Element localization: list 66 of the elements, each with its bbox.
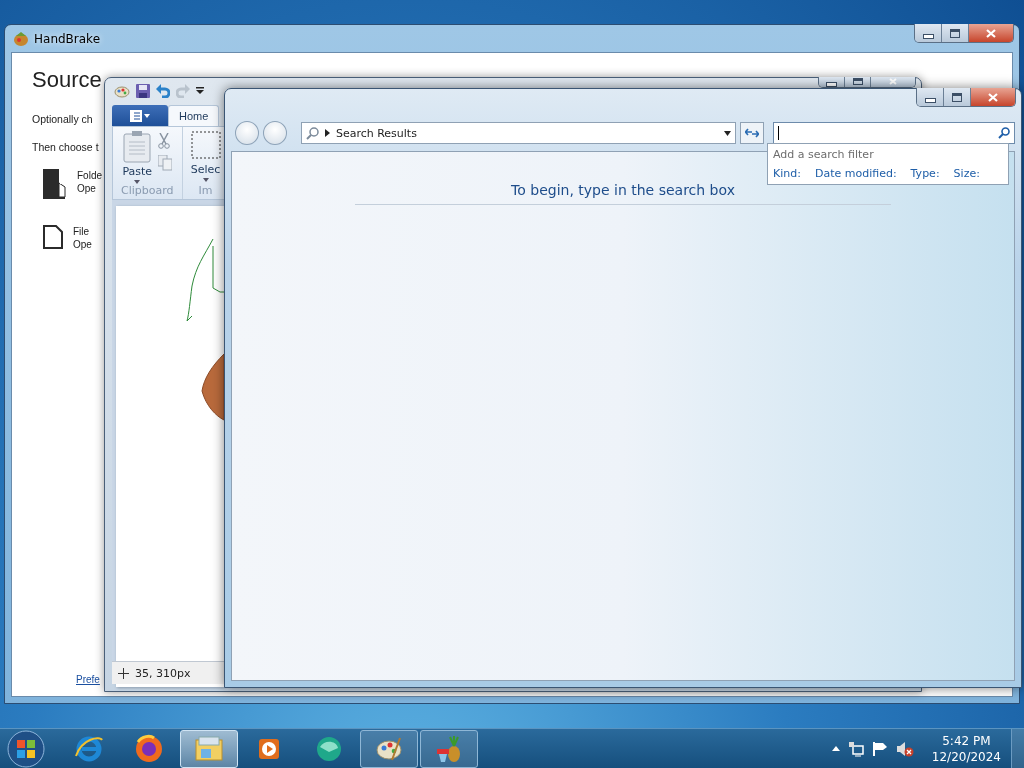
scissors-icon[interactable] [158, 133, 171, 149]
paint-app-icon [114, 83, 130, 99]
source-title[interactable]: File [73, 225, 92, 238]
start-button[interactable] [7, 729, 45, 768]
dropdown-arrow-icon[interactable] [196, 87, 204, 95]
filter-link[interactable]: Type: [910, 167, 940, 180]
filter-link[interactable]: Size: [953, 167, 980, 180]
close-icon [988, 92, 998, 102]
instruction-text: Optionally ch [32, 113, 93, 125]
save-icon[interactable] [136, 84, 150, 98]
caret-icon [202, 178, 209, 182]
close-button[interactable] [971, 88, 1015, 106]
firefox-icon [134, 733, 164, 764]
close-icon [986, 28, 996, 38]
clock-date[interactable]: 12/20/2024 [931, 748, 1001, 765]
menu-icon [130, 109, 150, 122]
folder-icon [194, 733, 224, 764]
instruction-text: Then choose t [32, 141, 99, 153]
paste-button[interactable]: Paste [122, 131, 153, 184]
file-icon [43, 225, 63, 249]
source-title[interactable]: Folde [77, 169, 102, 182]
preferences-link[interactable]: Prefe [76, 674, 100, 685]
group-label: Im [198, 184, 213, 199]
close-icon [889, 78, 897, 85]
network-icon[interactable] [847, 740, 864, 757]
undo-icon[interactable] [156, 84, 170, 98]
cursor-position-icon [118, 667, 129, 679]
address-bar[interactable]: Search Results [300, 122, 737, 144]
clipboard-icon [123, 131, 152, 163]
minimize-button[interactable] [917, 88, 944, 106]
refresh-button[interactable] [740, 122, 764, 144]
caret-icon [134, 180, 141, 184]
text-cursor [778, 126, 779, 140]
source-subtitle: Ope [77, 182, 97, 195]
select-button[interactable]: Selec [190, 131, 221, 184]
search-field[interactable] [773, 122, 1015, 144]
ribbon-tab[interactable]: Home [168, 105, 220, 126]
minimize-button[interactable] [915, 24, 942, 42]
minimize-button[interactable] [819, 77, 845, 87]
page-heading: Source [32, 67, 102, 93]
source-subtitle: Ope [73, 238, 92, 251]
dropdown-arrow-icon[interactable] [724, 130, 732, 136]
filter-hint: Add a search filter [773, 148, 875, 161]
chevron-icon [324, 129, 330, 137]
search-icon [305, 126, 319, 140]
muted-speaker-icon[interactable] [895, 740, 914, 757]
flag-icon[interactable] [871, 740, 888, 757]
selection-icon [190, 131, 221, 161]
close-button[interactable] [969, 24, 1013, 42]
cursor-position: 35, 310px [135, 666, 191, 680]
maximize-button[interactable] [845, 77, 871, 87]
app-logo-icon [13, 30, 29, 47]
maximize-button[interactable] [942, 24, 969, 42]
group-label: Clipboard [121, 184, 174, 199]
taskbar-button[interactable] [360, 729, 418, 768]
empty-message: To begin, type in the search box [355, 182, 891, 205]
maximize-button[interactable] [944, 88, 971, 106]
filter-link[interactable]: Kind: [773, 167, 801, 180]
folder-icon [43, 169, 67, 199]
search-icon [998, 127, 1010, 139]
clock-time[interactable]: 5:42 PM [942, 732, 991, 749]
refresh-icon [745, 127, 759, 139]
window-title: HandBrake [34, 31, 101, 46]
filter-link[interactable]: Date modified: [814, 167, 897, 180]
file-menu-button[interactable] [112, 105, 168, 126]
up-arrow-icon[interactable] [831, 746, 840, 751]
